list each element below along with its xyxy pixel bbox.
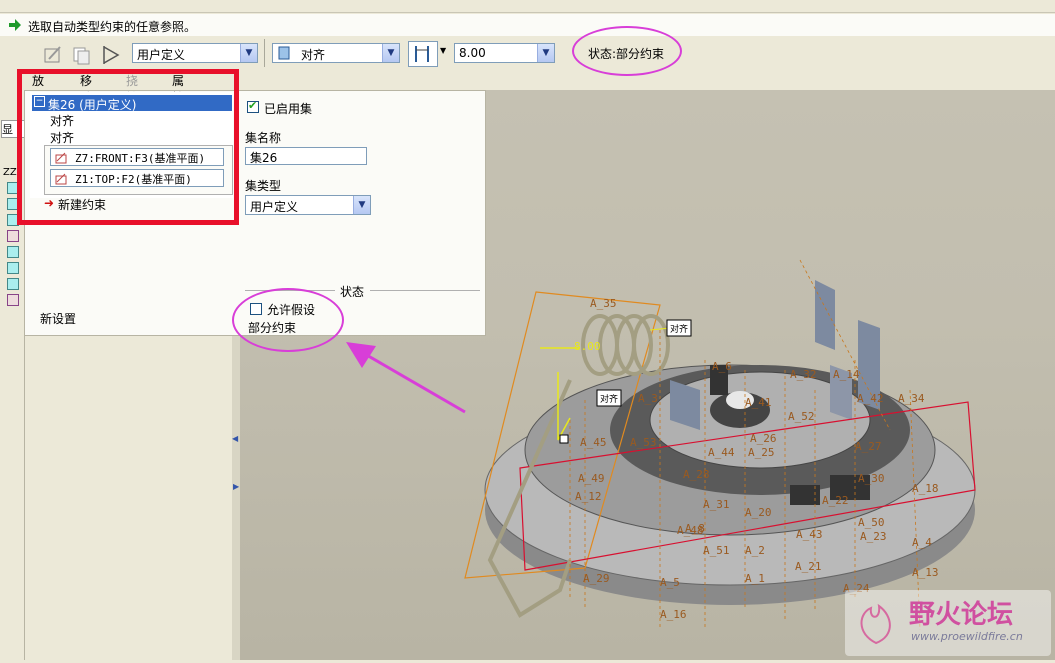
datum-label: A_12	[575, 490, 602, 503]
group-line	[370, 290, 480, 291]
tree-label: ZZ	[3, 167, 17, 178]
enabled-set-label: 已启用集	[264, 102, 313, 116]
datum-label: A_32	[790, 368, 817, 381]
datum-label: A_52	[788, 410, 815, 423]
datum-label: A_2	[745, 544, 765, 557]
datum-label: A_51	[703, 544, 730, 557]
pencil-constraint-icon	[44, 46, 61, 63]
datum-label: A_44	[708, 446, 735, 459]
prompt-text: 选取自动类型约束的任意参照。	[28, 20, 197, 34]
set-name-label: 集名称	[245, 131, 282, 145]
copy-icon	[73, 47, 90, 65]
align-type-value: 对齐	[301, 48, 326, 62]
datum-label: A_4	[912, 536, 932, 549]
datum-label: A_6	[712, 360, 732, 373]
datum-label: A_45	[580, 436, 607, 449]
watermark-title: 野火论坛	[909, 600, 1014, 630]
status-highlight-ellipse	[232, 288, 344, 352]
chevron-down-icon: ▼	[382, 44, 399, 62]
offset-value: 8.00	[459, 46, 486, 60]
datum-label: A_13	[912, 566, 939, 579]
status-group-title: 状态	[340, 285, 365, 299]
assembly-icon[interactable]	[7, 230, 19, 242]
datum-label: A_49	[578, 472, 605, 485]
datum-label: A_30	[858, 472, 885, 485]
separator	[264, 39, 265, 67]
align-tag: 对齐	[600, 393, 618, 405]
flip-button[interactable]	[98, 42, 124, 68]
datum-label: A_22	[822, 494, 849, 507]
datum-label: A_34	[898, 392, 925, 405]
offset-icon	[415, 46, 429, 62]
flip-icon	[103, 46, 120, 64]
datum-label: A_53	[630, 436, 657, 449]
watermark-url: www.proewildfire.cn	[911, 630, 1023, 643]
check-icon: ✔	[248, 99, 258, 112]
align-tag: 对齐	[670, 323, 688, 335]
datum-label: A_16	[660, 608, 687, 621]
status-highlight-ellipse	[572, 26, 682, 76]
set-name-input[interactable]: 集26	[245, 147, 367, 165]
constraint-type-value: 用户定义	[137, 48, 186, 62]
title-strip	[0, 0, 1055, 13]
offset-value-input[interactable]: 8.00 ▼	[454, 43, 555, 63]
datum-label: A_18	[912, 482, 939, 495]
flame-logo-icon	[860, 603, 891, 645]
enabled-set-checkbox[interactable]: ✔	[247, 99, 259, 113]
part-icon[interactable]	[7, 246, 19, 258]
assembly-icon[interactable]	[7, 294, 19, 306]
datum-label: A_43	[796, 528, 823, 541]
datum-label: A_14	[833, 368, 860, 381]
set-name-value: 集26	[250, 151, 278, 165]
datum-label: A_8	[685, 522, 705, 535]
offset-dimension-label: 8.00	[574, 340, 601, 353]
datum-label: A_21	[795, 560, 822, 573]
part-icon[interactable]	[7, 262, 19, 274]
constraint-icon-button[interactable]	[40, 42, 66, 68]
datum-label: A_31	[703, 498, 730, 511]
datum-label: A_26	[750, 432, 777, 445]
set-type-value: 用户定义	[250, 200, 299, 214]
datum-label: A_23	[860, 530, 887, 543]
expand-right-icon[interactable]: ▶	[233, 482, 239, 491]
set-type-select[interactable]: 用户定义 ▼	[245, 195, 371, 215]
datum-label: A_20	[745, 506, 772, 519]
datum-label: A_1	[745, 572, 765, 585]
watermark: 野火论坛 www.proewildfire.cn	[845, 590, 1051, 656]
offset-mode-button[interactable]	[408, 41, 438, 67]
chevron-down-icon: ▼	[537, 44, 554, 62]
pointer-arrow-icon	[346, 342, 466, 414]
copy-button[interactable]	[68, 42, 94, 68]
panel-splitter[interactable]: ◀ ▶	[232, 336, 240, 660]
chevron-down-icon: ▼	[353, 196, 370, 214]
align-icon	[278, 46, 290, 60]
set-type-label: 集类型	[245, 179, 282, 193]
datum-label: A_28	[683, 468, 710, 481]
green-arrow-icon	[9, 19, 21, 31]
chevron-down-icon: ▼	[240, 44, 257, 62]
message-area: 选取自动类型约束的任意参照。	[0, 14, 1055, 36]
datum-label: A_25	[748, 446, 775, 459]
dropdown-arrow-icon[interactable]: ▼	[440, 46, 446, 55]
part-icon[interactable]	[7, 278, 19, 290]
datum-label: A_42	[857, 392, 884, 405]
datum-label: A_35	[590, 297, 617, 310]
datum-label: A_3	[638, 392, 658, 405]
align-type-select[interactable]: 对齐 ▼	[272, 43, 400, 63]
datum-label: A_27	[855, 440, 882, 453]
datum-label: A_5	[660, 576, 680, 589]
collapse-left-icon[interactable]: ◀	[232, 434, 238, 443]
new-set-link[interactable]: 新设置	[40, 310, 76, 327]
datum-label: A_50	[858, 516, 885, 529]
placement-highlight-frame	[17, 69, 239, 225]
constraint-type-select[interactable]: 用户定义 ▼	[132, 43, 258, 63]
datum-label: A_41	[745, 396, 772, 409]
datum-label: A_29	[583, 572, 610, 585]
